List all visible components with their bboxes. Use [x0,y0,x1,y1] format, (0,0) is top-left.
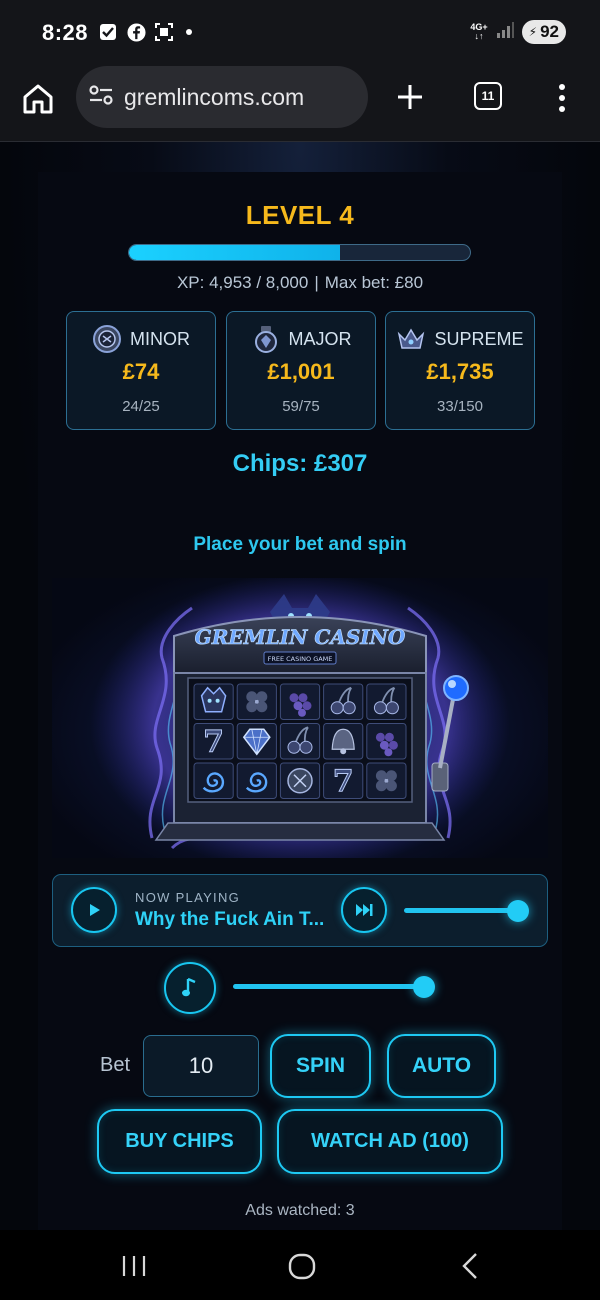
more-vertical-icon [559,84,565,112]
bet-prompt: Place your bet and spin [193,534,407,555]
browser-menu-button[interactable] [552,82,572,114]
jackpot-amount: £1,735 [426,359,494,384]
spin-button[interactable]: SPIN [270,1034,371,1098]
recent-apps-button[interactable] [116,1248,152,1284]
gem-icon [254,326,277,353]
home-circle-icon [288,1253,316,1280]
facebook-icon [126,22,146,42]
ads-watched-counter: Ads watched: 3 [245,1202,355,1219]
tab-switcher-button[interactable]: 11 [474,82,502,110]
jackpot-name: MINOR [130,328,190,349]
jackpot-count: 33/150 [437,398,483,415]
jackpot-supreme: SUPREME £1,735 33/150 [385,311,535,430]
music-toggle-button[interactable] [164,962,216,1014]
status-time: 8:28 [42,20,89,45]
network-type: 4G+ ↓↑ [470,23,487,41]
svg-text:7: 7 [203,724,224,759]
track-title: Why the Fuck Ain T... [135,909,325,930]
url-text: gremlincoms.com [124,83,305,110]
music-volume-slider-handle[interactable] [413,976,435,998]
bet-label: Bet [100,1054,131,1076]
play-icon [90,904,100,916]
skip-forward-icon [356,904,373,916]
jackpot-name: MAJOR [288,328,352,349]
home-nav-button[interactable] [284,1248,320,1284]
jackpot-minor: MINOR £74 24/25 [66,311,216,430]
reel-grid: 77 [193,683,407,799]
address-bar[interactable]: gremlincoms.com [76,66,368,128]
xp-text: XP: 4,953 / 8,000 [176,273,309,292]
browser-toolbar: gremlincoms.com 11 [0,66,600,142]
charging-icon: ⚡ [528,25,538,39]
more-notifications-dot-icon [186,29,192,35]
signal-icon [496,21,514,44]
back-button[interactable] [452,1248,488,1284]
volume-slider-handle[interactable] [507,900,529,922]
site-settings-icon[interactable] [88,84,114,111]
xp-separator: | [314,273,319,292]
home-icon [23,84,53,114]
slot-machine-art: GREMLIN CASINO FREE CASINO GAME 77 [90,578,510,858]
buy-chips-button[interactable]: BUY CHIPS [97,1109,262,1174]
recent-apps-icon [122,1256,146,1276]
reel-cell [279,723,321,760]
chips-balance: Chips: £307 [232,450,368,477]
reel-cell [323,683,364,720]
play-button[interactable] [71,887,117,933]
watch-ad-button[interactable]: WATCH AD (100) [277,1109,503,1174]
status-right-icons: 4G+ ↓↑ ⚡ 92 [470,20,566,44]
jackpot-count: 24/25 [122,398,160,415]
battery-level: 92 [540,22,559,41]
coin-symbol-icon [287,768,313,794]
jackpot-row: MINOR £74 24/25 MAJOR £1,001 59/75 SUPRE… [66,311,536,431]
seven-symbol-icon: 7 [332,763,354,799]
auto-spin-button[interactable]: AUTO [387,1034,496,1098]
bet-input[interactable] [143,1035,259,1097]
checkbox-notification-icon [98,22,118,42]
status-bar: 8:28 4G+ ↓↑ ⚡ 92 [0,0,600,66]
jackpot-amount: £1,001 [267,359,335,384]
jackpot-name: SUPREME [434,328,524,349]
new-tab-button[interactable] [393,80,427,114]
slot-subtitle: FREE CASINO GAME [268,655,333,663]
music-volume-slider-track[interactable] [233,984,424,989]
max-bet-text: Max bet: £80 [324,273,424,292]
battery-indicator: ⚡ 92 [521,20,566,44]
notification-icons [98,22,192,42]
slot-machine-image: GREMLIN CASINO FREE CASINO GAME 77 [52,578,548,858]
jackpot-amount: £74 [122,359,160,384]
music-player: NOW PLAYING Why the Fuck Ain T... [52,874,548,947]
slot-title: GREMLIN CASINO [195,625,406,649]
xp-info: XP: 4,953 / 8,000 | Max bet: £80 [0,273,600,293]
now-playing-label: NOW PLAYING [135,890,241,905]
screenshot-scan-icon [154,22,174,42]
music-note-icon [182,977,196,997]
data-arrows-icon: ↓↑ [474,31,484,41]
crown-icon [398,328,425,349]
home-button[interactable] [20,81,56,117]
xp-progress-bar [128,244,471,261]
volume-slider-track[interactable] [404,908,518,913]
next-track-button[interactable] [341,887,387,933]
coin-icon [93,325,121,353]
system-navigation-bar [0,1230,600,1300]
reel-cell [236,762,277,799]
jackpot-count: 59/75 [282,398,320,415]
plus-icon [398,85,422,109]
jackpot-major: MAJOR £1,001 59/75 [226,311,376,430]
xp-progress-fill [129,245,341,260]
back-chevron-icon [462,1253,477,1279]
game-page: LEVEL 4 XP: 4,953 / 8,000 | Max bet: £80 M… [0,142,600,1230]
level-title: LEVEL 4 [245,200,355,230]
seven-symbol-icon: 7 [203,724,225,760]
svg-text:7: 7 [333,764,354,799]
reel-cell [366,683,407,720]
